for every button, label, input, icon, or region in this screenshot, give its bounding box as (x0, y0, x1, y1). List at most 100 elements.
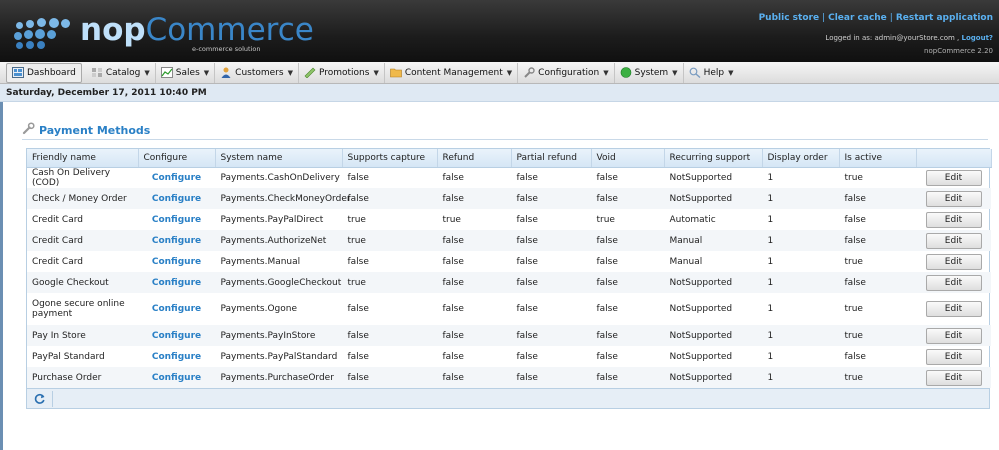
cell-void: false (596, 172, 618, 183)
menu-customers[interactable]: Customers ▼ (215, 62, 299, 83)
top-links: Public store | Clear cache | Restart applica… (759, 13, 993, 23)
menu-catalog[interactable]: Catalog ▼ (86, 62, 156, 83)
wrench-icon (22, 122, 35, 138)
table-row: Google Checkout Configure Payments.GoogleC… (27, 272, 991, 293)
cell-supports-capture: false (347, 172, 369, 183)
cell-supports-capture: false (342, 367, 437, 388)
configure-link[interactable]: Configure (152, 278, 201, 288)
promotions-icon (304, 67, 316, 79)
column-header-partial-refund: Partial refund (511, 149, 592, 168)
logged-in-text: Logged in as: admin@yourStore.com , (825, 34, 960, 42)
cell-void: false (596, 256, 618, 267)
menu-dashboard[interactable]: Dashboard (6, 62, 82, 83)
configure-cell: Configure (138, 209, 215, 230)
configure-link[interactable]: Configure (152, 257, 201, 267)
menu-content-management[interactable]: Content Management ▼ (385, 62, 519, 83)
cell-system-name: Payments.PayPalDirect (220, 214, 324, 225)
cell-recurring-support: NotSupported (664, 188, 762, 209)
cell-system-name: Payments.CashOnDelivery (220, 172, 340, 183)
edit-cell: Edit (916, 188, 991, 209)
nopcommerce-logo[interactable]: nopCommerce e-commerce solution (14, 12, 314, 53)
menu-system[interactable]: System ▼ (615, 62, 684, 83)
cell-refund: true (442, 214, 461, 225)
configure-link[interactable]: Configure (152, 173, 201, 183)
menu-content-label: Content Management (404, 67, 503, 78)
logged-in-info: Logged in as: admin@yourStore.com , Logo… (825, 34, 993, 42)
cell-display-order: 1 (767, 304, 774, 314)
logout-link[interactable]: Logout? (962, 34, 993, 42)
configure-cell: Configure (138, 293, 215, 325)
restart-application-link[interactable]: Restart application (896, 13, 993, 23)
configure-link[interactable]: Configure (152, 352, 201, 362)
public-store-link[interactable]: Public store (759, 13, 819, 23)
cell-partial-refund: false (516, 214, 538, 225)
column-header-void: Void (591, 149, 665, 168)
menu-help[interactable]: Help ▼ (684, 63, 739, 83)
page-title-text: Payment Methods (39, 123, 151, 137)
edit-button[interactable]: Edit (925, 253, 982, 270)
menu-promotions[interactable]: Promotions ▼ (299, 62, 385, 83)
cell-system-name: Payments.Ogone (220, 304, 298, 314)
configure-link[interactable]: Configure (152, 304, 201, 314)
cell-partial-refund: false (516, 172, 538, 183)
configure-link[interactable]: Configure (152, 373, 201, 383)
chevron-down-icon: ▼ (203, 68, 210, 77)
cell-display-order: 1 (767, 351, 774, 362)
chevron-down-icon: ▼ (373, 68, 379, 77)
refresh-icon[interactable] (31, 390, 53, 407)
configure-link[interactable]: Configure (152, 194, 201, 204)
link-separator: | (889, 13, 893, 23)
cell-system-name: Payments.PayInStore (215, 325, 342, 346)
edit-button[interactable]: Edit (925, 232, 982, 249)
table-row: Pay In Store Configure Payments.PayInStore… (27, 325, 991, 346)
cell-is-active: false (839, 230, 916, 251)
main-menu: Dashboard Catalog ▼ Sales ▼ Customers ▼ … (0, 62, 999, 84)
cell-partial-refund: false (511, 325, 591, 346)
cell-refund: false (442, 351, 464, 362)
cell-partial-refund: false (511, 230, 591, 251)
edit-button[interactable]: Edit (925, 369, 982, 386)
menu-configuration[interactable]: Configuration ▼ (518, 62, 615, 83)
cell-recurring-support: Automatic (669, 214, 716, 225)
cell-partial-refund: false (511, 188, 591, 209)
cell-system-name: Payments.AuthorizeNet (215, 230, 342, 251)
menu-sales-label: Sales (175, 67, 200, 78)
sales-chart-icon (160, 67, 173, 78)
table-row: Cash On Delivery (COD) Configure Payments.… (27, 167, 991, 188)
cell-system-name: Payments.PayPalStandard (220, 351, 338, 362)
cell-refund: false (437, 272, 511, 293)
edit-button[interactable]: Edit (925, 348, 982, 365)
cell-recurring-support: NotSupported (669, 172, 733, 183)
folder-icon (390, 67, 402, 78)
cell-void: false (591, 325, 664, 346)
menu-catalog-label: Catalog (105, 67, 141, 78)
edit-button[interactable]: Edit (925, 274, 982, 291)
configure-link[interactable]: Configure (152, 236, 201, 246)
edit-button[interactable]: Edit (925, 190, 982, 207)
edit-cell: Edit (916, 209, 991, 230)
cell-void: false (591, 230, 664, 251)
column-header-friendly-name: Friendly name (27, 149, 139, 168)
clear-cache-link[interactable]: Clear cache (828, 13, 887, 23)
table-header-row: Friendly name Configure System name Support… (27, 149, 992, 168)
cell-refund: false (442, 304, 464, 314)
logo-text-rest: Commerce (145, 12, 314, 48)
edit-button[interactable]: Edit (925, 327, 982, 344)
cell-recurring-support: NotSupported (664, 272, 762, 293)
edit-button[interactable]: Edit (925, 211, 982, 228)
column-header-is-active: Is active (839, 149, 917, 168)
cell-is-active: true (844, 304, 863, 314)
edit-button[interactable]: Edit (925, 169, 982, 186)
edit-button[interactable]: Edit (925, 301, 982, 317)
menu-sales[interactable]: Sales ▼ (156, 62, 216, 83)
cell-recurring-support: NotSupported (669, 351, 733, 362)
system-icon (620, 67, 632, 78)
cell-friendly-name: Google Checkout (27, 272, 138, 293)
configure-link[interactable]: Configure (152, 331, 201, 341)
cell-is-active: false (844, 351, 866, 362)
configure-link[interactable]: Configure (152, 215, 201, 225)
cell-system-name: Payments.PurchaseOrder (215, 367, 342, 388)
table-row: Purchase Order Configure Payments.Purchase… (27, 367, 991, 388)
cell-system-name: Payments.GoogleCheckout (215, 272, 342, 293)
page-title: Payment Methods (22, 122, 150, 138)
